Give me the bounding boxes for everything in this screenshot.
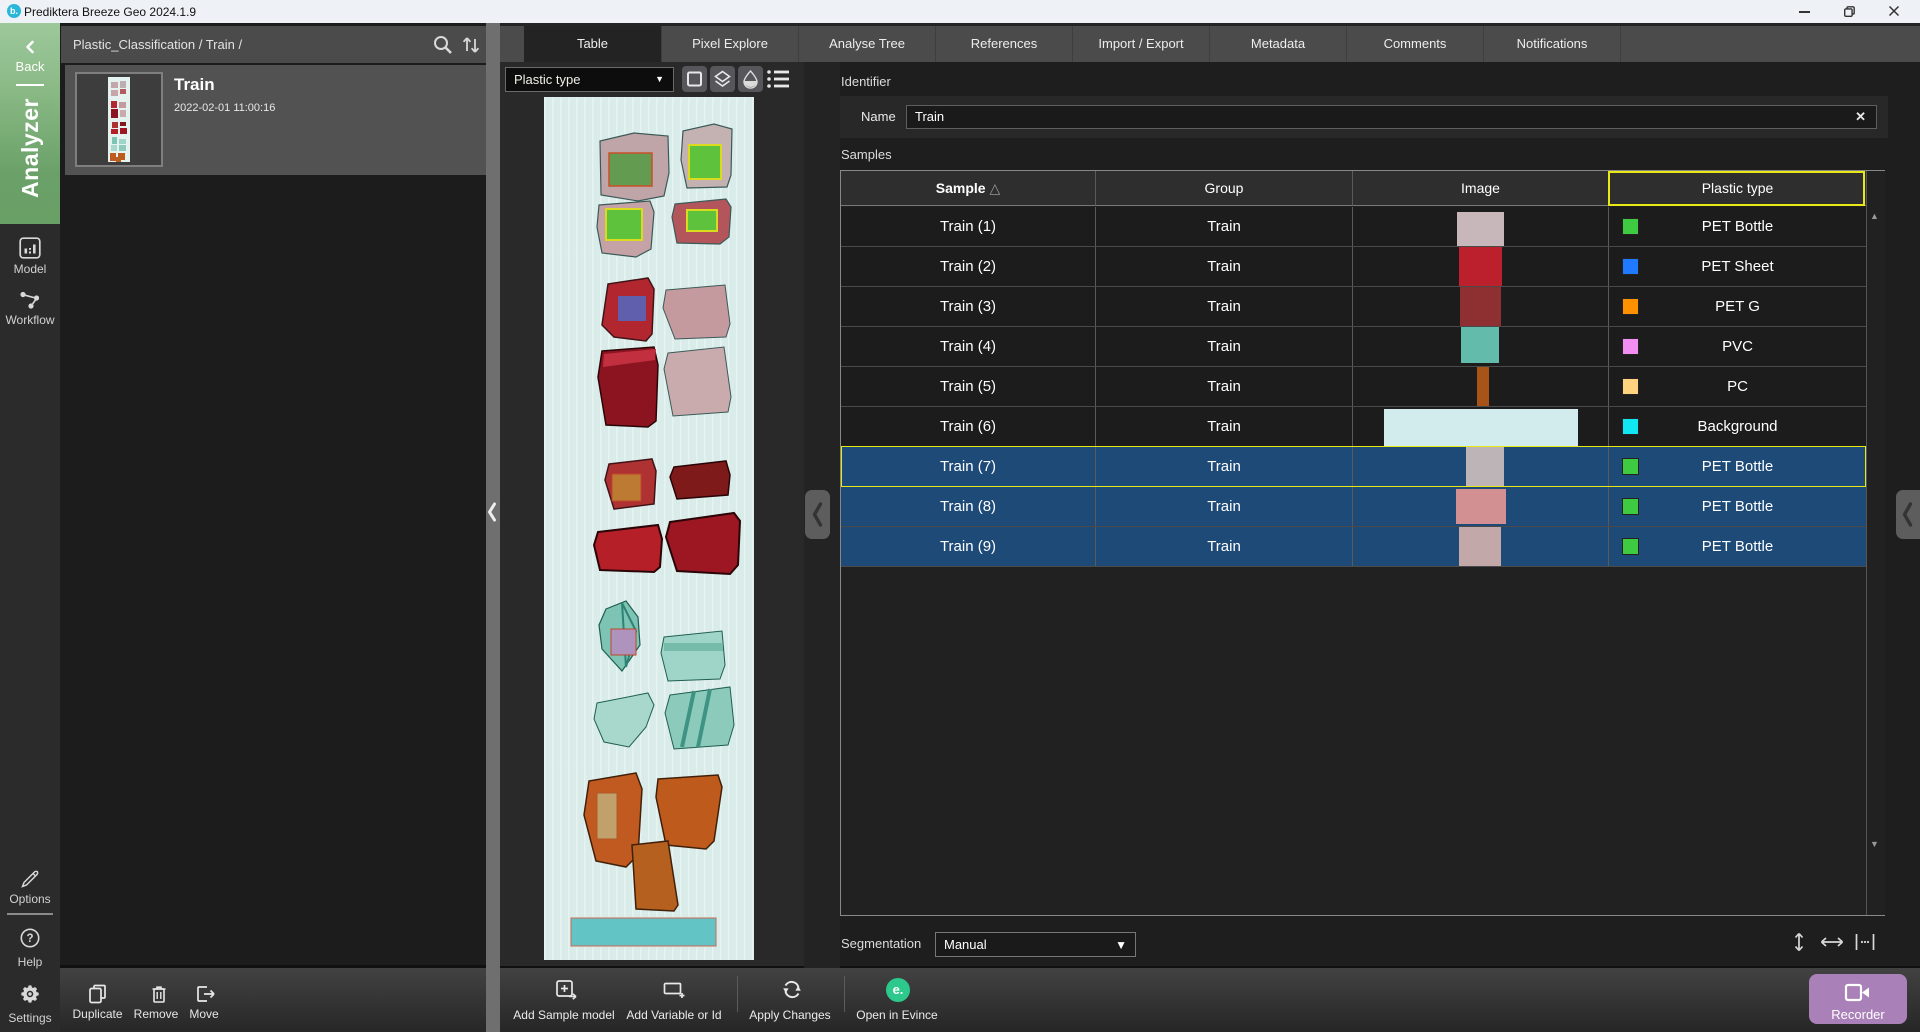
svg-text:?: ? (26, 933, 33, 945)
